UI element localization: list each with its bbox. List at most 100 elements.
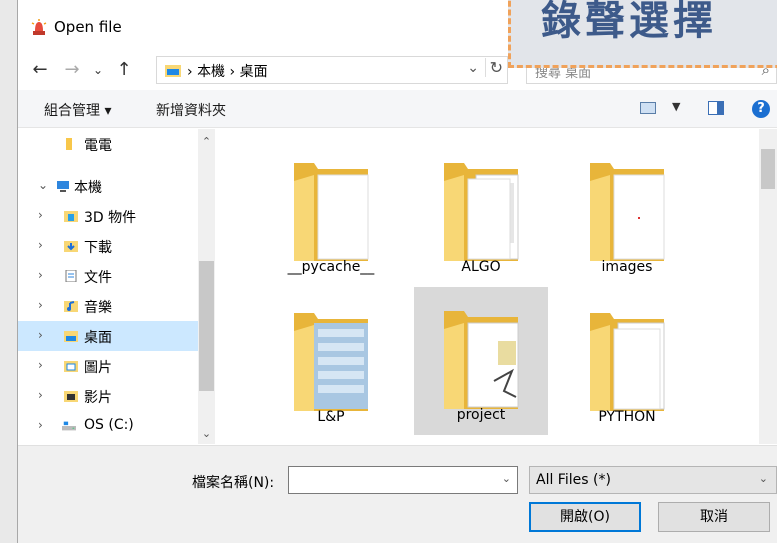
desktop-folder-icon bbox=[165, 65, 181, 77]
nav-item-label: 桌面 bbox=[84, 330, 112, 346]
preview-pane-icon[interactable] bbox=[708, 101, 724, 115]
documents-icon bbox=[65, 270, 77, 282]
nav-item-os-drive[interactable]: › OS (C:) bbox=[18, 411, 198, 441]
refresh-icon[interactable]: ↻ bbox=[484, 58, 503, 77]
collapsed-chevron-icon[interactable]: › bbox=[38, 358, 43, 372]
breadcrumb: › 本機 › 桌面 bbox=[187, 61, 268, 81]
address-bar[interactable]: › 本機 › 桌面 ⌄ ↻ bbox=[156, 56, 508, 84]
collapsed-chevron-icon[interactable]: › bbox=[38, 418, 43, 432]
file-name: PYTHON bbox=[598, 409, 656, 425]
breadcrumb-this-pc[interactable]: 本機 bbox=[197, 64, 225, 80]
address-dropdown-icon[interactable]: ⌄ bbox=[467, 60, 479, 76]
drive-icon bbox=[62, 421, 76, 431]
collapsed-chevron-icon[interactable]: › bbox=[38, 328, 43, 342]
folder-icon bbox=[444, 163, 519, 261]
scroll-down-icon[interactable]: ⌄ bbox=[198, 427, 215, 440]
expanded-chevron-icon[interactable]: ⌄ bbox=[38, 178, 48, 192]
nav-item-music[interactable]: › 音樂 bbox=[18, 291, 198, 321]
folder-icon bbox=[590, 313, 665, 411]
3d-objects-icon bbox=[64, 211, 78, 222]
up-arrow-icon[interactable]: ↑ bbox=[112, 58, 136, 82]
file-name: L&P bbox=[317, 409, 345, 425]
downloads-icon bbox=[64, 241, 78, 252]
nav-item-label: 文件 bbox=[84, 270, 112, 286]
folder-item-selected[interactable]: project bbox=[414, 287, 548, 435]
folder-icon bbox=[294, 163, 369, 261]
nav-item-pictures[interactable]: › 圖片 bbox=[18, 351, 198, 381]
scroll-up-icon[interactable]: ⌃ bbox=[198, 135, 215, 148]
dialog-footer: 檔案名稱(N): ⌄ All Files (*) ⌄ 開啟(O) 取消 bbox=[18, 445, 777, 543]
nav-item-documents[interactable]: › 文件 bbox=[18, 261, 198, 291]
file-list: __pycache__ ALGO images L&P project PYTH… bbox=[216, 129, 777, 444]
organize-menu-button[interactable]: 組合管理 ▾ bbox=[44, 100, 111, 120]
app-alert-icon bbox=[31, 19, 47, 35]
folder-item[interactable]: images bbox=[560, 139, 694, 287]
nav-item-label: OS (C:) bbox=[84, 417, 134, 433]
chevron-down-icon[interactable]: ⌄ bbox=[759, 472, 768, 485]
scroll-thumb[interactable] bbox=[199, 261, 214, 391]
nav-item-videos[interactable]: › 影片 bbox=[18, 381, 198, 411]
nav-item-label: 音樂 bbox=[84, 300, 112, 316]
open-file-dialog: Open file ← → ⌄ ↑ › 本機 › 桌面 ⌄ ↻ 搜尋 桌面 ⌕ bbox=[18, 0, 777, 543]
nav-item-downloads[interactable]: › 下載 bbox=[18, 231, 198, 261]
folder-icon bbox=[66, 138, 72, 150]
forward-arrow-icon[interactable]: → bbox=[60, 58, 84, 82]
breadcrumb-separator-icon: › bbox=[229, 64, 236, 80]
open-button[interactable]: 開啟(O) bbox=[529, 502, 641, 532]
breadcrumb-desktop[interactable]: 桌面 bbox=[240, 64, 268, 80]
recent-locations-chevron-icon[interactable]: ⌄ bbox=[86, 58, 110, 82]
collapsed-chevron-icon[interactable]: › bbox=[38, 238, 43, 252]
window-title: Open file bbox=[54, 18, 122, 36]
desktop-icon bbox=[64, 331, 78, 342]
filename-input[interactable]: ⌄ bbox=[288, 466, 518, 494]
change-view-icon[interactable] bbox=[640, 102, 656, 114]
folder-icon bbox=[444, 311, 519, 409]
folder-icon bbox=[294, 313, 368, 411]
file-list-scrollbar[interactable] bbox=[759, 129, 777, 444]
nav-item-label: 本機 bbox=[74, 180, 102, 196]
nav-item-label: 影片 bbox=[84, 390, 112, 406]
scroll-thumb[interactable] bbox=[761, 149, 775, 189]
nav-item-label: 電電 bbox=[84, 138, 112, 154]
nav-item-label: 圖片 bbox=[84, 360, 112, 376]
folder-item[interactable]: L&P bbox=[264, 289, 398, 437]
filename-label: 檔案名稱(N): bbox=[192, 475, 275, 491]
banner-text: 錄聲選擇 bbox=[541, 0, 717, 44]
nav-item-label: 3D 物件 bbox=[84, 210, 137, 226]
back-arrow-icon[interactable]: ← bbox=[28, 58, 52, 82]
collapsed-chevron-icon[interactable]: › bbox=[38, 208, 43, 222]
help-icon[interactable]: ? bbox=[752, 100, 770, 118]
music-icon bbox=[64, 301, 78, 312]
filename-history-dropdown-icon[interactable]: ⌄ bbox=[502, 472, 511, 485]
nav-item-desktop[interactable]: › 桌面 bbox=[18, 321, 198, 351]
collapsed-chevron-icon[interactable]: › bbox=[38, 268, 43, 282]
pictures-icon bbox=[64, 361, 78, 372]
command-bar: 組合管理 ▾ 新增資料夾 ▼ ? bbox=[18, 90, 777, 128]
folder-icon bbox=[590, 163, 665, 261]
nav-item-label: 下載 bbox=[84, 240, 112, 256]
file-type-value: All Files (*) bbox=[536, 472, 611, 488]
file-name: ALGO bbox=[461, 259, 501, 275]
folder-item[interactable]: PYTHON bbox=[560, 289, 694, 437]
file-name: images bbox=[601, 259, 653, 275]
cancel-button[interactable]: 取消 bbox=[658, 502, 770, 532]
file-name: project bbox=[456, 407, 506, 423]
breadcrumb-separator-icon: › bbox=[187, 64, 193, 80]
folder-item[interactable]: __pycache__ bbox=[264, 139, 398, 287]
videos-icon bbox=[64, 391, 78, 402]
file-type-select[interactable]: All Files (*) ⌄ bbox=[529, 466, 777, 494]
window-frame-left bbox=[0, 0, 18, 543]
nav-item-dian[interactable]: 電電 bbox=[18, 129, 198, 159]
new-folder-button[interactable]: 新增資料夾 bbox=[156, 100, 226, 120]
collapsed-chevron-icon[interactable]: › bbox=[38, 298, 43, 312]
nav-item-this-pc[interactable]: ⌄ 本機 bbox=[18, 171, 198, 201]
nav-scrollbar[interactable]: ⌃ ⌄ bbox=[198, 129, 215, 444]
computer-icon bbox=[57, 181, 69, 192]
file-name: __pycache__ bbox=[287, 259, 375, 275]
navigation-pane: 電電 ⌄ 本機 › 3D 物件 › 下載 › 文件 › 音樂 › 桌面 › 圖片… bbox=[18, 129, 215, 444]
folder-item[interactable]: ALGO bbox=[414, 139, 548, 287]
overlay-banner: 錄聲選擇 bbox=[508, 0, 777, 68]
nav-item-3d-objects[interactable]: › 3D 物件 bbox=[18, 201, 198, 231]
view-options-dropdown-icon[interactable]: ▼ bbox=[672, 100, 680, 113]
collapsed-chevron-icon[interactable]: › bbox=[38, 388, 43, 402]
